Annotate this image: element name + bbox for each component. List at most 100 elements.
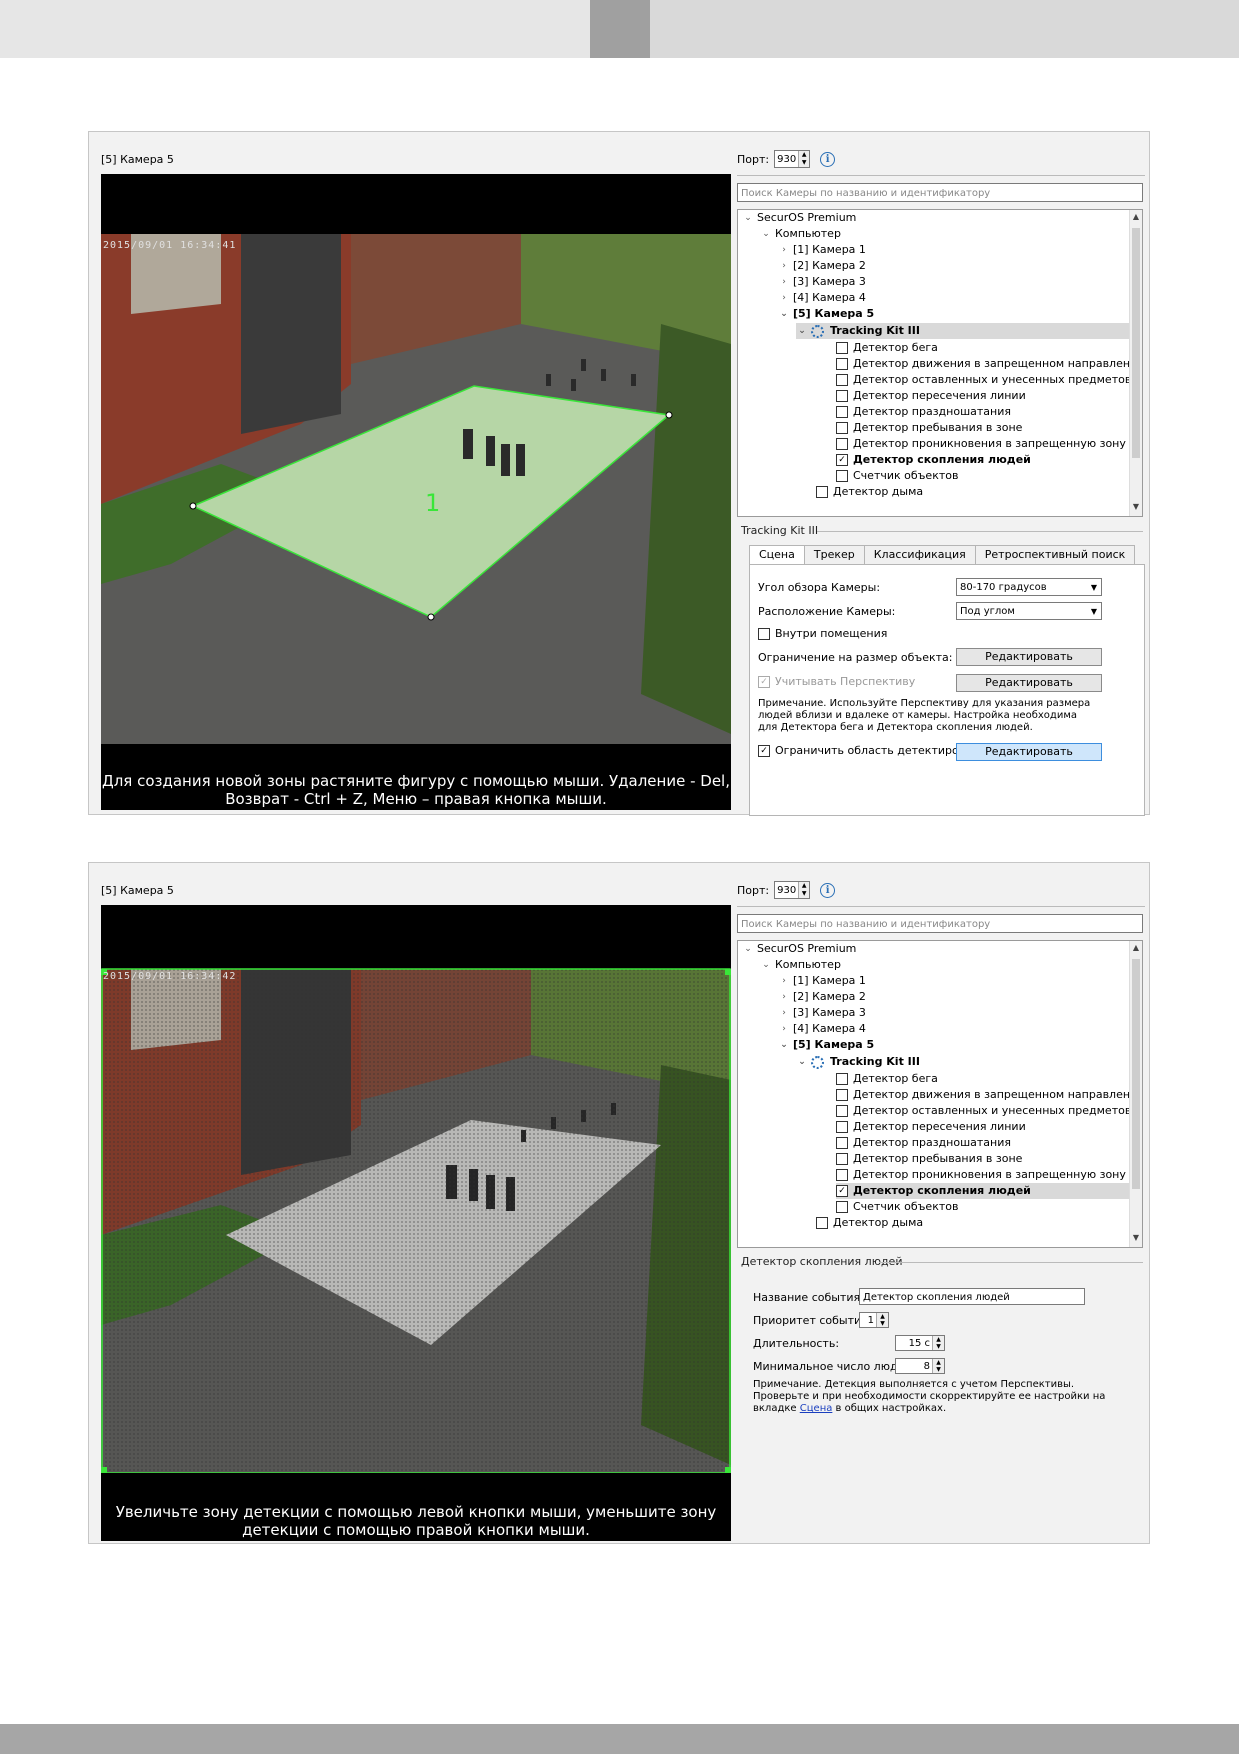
tree-item-detector[interactable]: ✓ Детектор скопления людей — [836, 1183, 1129, 1199]
checkbox[interactable] — [836, 470, 848, 482]
tab-retro-search[interactable]: Ретроспективный поиск — [974, 545, 1136, 565]
port-spinbox[interactable]: 930 ▲ ▼ — [774, 881, 811, 899]
spin-arrows-icon[interactable]: ▲ ▼ — [798, 882, 810, 898]
tree-item-detector[interactable]: Детектор оставленных и унесенных предмет… — [836, 372, 1131, 388]
chevron-down-icon[interactable]: ⌄ — [778, 306, 790, 322]
tree-item-detector[interactable]: Детектор проникновения в запрещенную зон… — [836, 1167, 1126, 1183]
chevron-right-icon[interactable]: › — [778, 258, 790, 274]
tree-item-camera-1[interactable]: › [1] Камера 1 — [778, 242, 866, 258]
chevron-down-icon[interactable]: ⌄ — [796, 323, 808, 339]
tree-item-camera-2[interactable]: › [2] Камера 2 — [778, 989, 866, 1005]
tree-item-tracking-kit[interactable]: ⌄ Tracking Kit III — [796, 1054, 920, 1070]
tree-item-camera-5[interactable]: ⌄ [5] Камера 5 — [778, 1037, 874, 1053]
camera-video-view[interactable]: 2015/09/01 16:34:42 Увеличьте зону детек… — [101, 905, 731, 1541]
checkbox[interactable] — [836, 1153, 848, 1165]
tree-item-camera-2[interactable]: › [2] Камера 2 — [778, 258, 866, 274]
checkbox-checked[interactable]: ✓ — [836, 1185, 848, 1197]
chevron-down-icon[interactable]: ⌄ — [760, 226, 772, 242]
edit-size-button[interactable]: Редактировать — [956, 648, 1102, 666]
chevron-right-icon[interactable]: › — [778, 989, 790, 1005]
tree-item-detector[interactable]: Счетчик объектов — [836, 1199, 958, 1215]
camera-search-input[interactable]: Поиск Камеры по названию и идентификатор… — [737, 914, 1143, 933]
tree-item-detector[interactable]: Детектор пребывания в зоне — [836, 420, 1022, 436]
scroll-up-icon[interactable]: ▲ — [1130, 943, 1142, 955]
checkbox-checked[interactable]: ✓ — [836, 454, 848, 466]
scrollbar-thumb[interactable] — [1132, 959, 1140, 1189]
scroll-down-icon[interactable]: ▼ — [1130, 1233, 1142, 1245]
port-spinbox[interactable]: 930 ▲ ▼ — [774, 150, 811, 168]
chevron-down-icon[interactable]: ⌄ — [742, 941, 754, 957]
checkbox[interactable] — [836, 438, 848, 450]
tree-item-detector[interactable]: Детектор пребывания в зоне — [836, 1151, 1022, 1167]
scroll-down-icon[interactable]: ▼ — [1130, 502, 1142, 514]
tree-item-detector[interactable]: Детектор пересечения линии — [836, 1119, 1026, 1135]
checkbox[interactable] — [836, 1089, 848, 1101]
scroll-up-icon[interactable]: ▲ — [1130, 212, 1142, 224]
tree-item-detector[interactable]: Детектор бега — [836, 1071, 938, 1087]
indoor-checkbox[interactable]: Внутри помещения — [758, 627, 887, 640]
checkbox[interactable] — [836, 1137, 848, 1149]
camera-tree[interactable]: ⌄ SecurOS Premium ⌄ Компьютер › [1] Камера … — [737, 940, 1143, 1248]
chevron-down-icon[interactable]: ⌄ — [760, 957, 772, 973]
checkbox[interactable] — [836, 1105, 848, 1117]
tree-item-detector[interactable]: Счетчик объектов — [836, 468, 958, 484]
tree-item-camera-3[interactable]: › [3] Камера 3 — [778, 1005, 866, 1021]
tree-item-detector[interactable]: Детектор праздношатания — [836, 404, 1011, 420]
camera-tree[interactable]: ⌄ SecurOS Premium ⌄ Компьютер › [1] Камера … — [737, 209, 1143, 517]
checkbox[interactable] — [836, 374, 848, 386]
checkbox[interactable] — [836, 1201, 848, 1213]
tree-item-computer[interactable]: ⌄ Компьютер — [760, 957, 841, 973]
event-name-field[interactable]: Детектор скопления людей — [859, 1288, 1085, 1305]
tree-item-detector[interactable]: ✓ Детектор скопления людей — [836, 452, 1031, 468]
info-icon[interactable]: i — [820, 882, 836, 898]
tree-item-root[interactable]: ⌄ SecurOS Premium — [742, 210, 856, 226]
tree-item-tracking-kit[interactable]: ⌄ Tracking Kit III — [796, 323, 1129, 339]
info-icon[interactable]: i — [820, 151, 836, 167]
checkbox[interactable] — [836, 342, 848, 354]
checkbox[interactable] — [836, 406, 848, 418]
tree-item-detector[interactable]: Детектор движения в запрещенном направле… — [836, 1087, 1142, 1103]
camera-search-input[interactable]: Поиск Камеры по названию и идентификатор… — [737, 183, 1143, 202]
checkbox[interactable] — [836, 390, 848, 402]
fov-select[interactable]: 80-170 градусов ▼ — [956, 578, 1102, 596]
tree-item-smoke-detector[interactable]: Детектор дыма — [816, 1215, 923, 1231]
checkbox[interactable] — [816, 1217, 828, 1229]
duration-spinbox[interactable]: 15 с ▲ ▼ — [895, 1335, 945, 1351]
camera-video-view[interactable]: 2015/09/01 16:34:41 1 Для создания новой… — [101, 174, 731, 810]
tree-item-camera-4[interactable]: › [4] Камера 4 — [778, 1021, 866, 1037]
tree-item-detector[interactable]: Детектор праздношатания — [836, 1135, 1011, 1151]
checkbox[interactable] — [836, 1073, 848, 1085]
edit-area-button[interactable]: Редактировать — [956, 743, 1102, 761]
tab-tracker[interactable]: Трекер — [803, 545, 865, 565]
chevron-right-icon[interactable]: › — [778, 1005, 790, 1021]
chevron-down-icon[interactable]: ⌄ — [742, 210, 754, 226]
priority-spinbox[interactable]: 1 ▲ ▼ — [859, 1312, 889, 1328]
tree-item-root[interactable]: ⌄ SecurOS Premium — [742, 941, 856, 957]
chevron-down-icon[interactable]: ⌄ — [796, 1054, 808, 1070]
perspective-checkbox[interactable]: ✓ Учитывать Перспективу — [758, 675, 915, 688]
checkbox[interactable] — [816, 486, 828, 498]
scene-link[interactable]: Сцена — [800, 1403, 833, 1414]
checkbox[interactable] — [836, 1169, 848, 1181]
tree-item-camera-4[interactable]: › [4] Камера 4 — [778, 290, 866, 306]
scrollbar-thumb[interactable] — [1132, 228, 1140, 458]
edit-perspective-button[interactable]: Редактировать — [956, 674, 1102, 692]
tree-item-detector[interactable]: Детектор оставленных и унесенных предмет… — [836, 1103, 1131, 1119]
chevron-right-icon[interactable]: › — [778, 290, 790, 306]
tree-item-smoke-detector[interactable]: Детектор дыма — [816, 484, 923, 500]
tree-item-detector[interactable]: Детектор проникновения в запрещенную зон… — [836, 436, 1126, 452]
tree-scrollbar[interactable]: ▲ ▼ — [1129, 210, 1142, 516]
checkbox[interactable] — [836, 1121, 848, 1133]
tree-item-camera-5[interactable]: ⌄ [5] Камера 5 — [778, 306, 874, 322]
tree-item-detector[interactable]: Детектор пересечения линии — [836, 388, 1026, 404]
checkbox[interactable] — [836, 422, 848, 434]
placement-select[interactable]: Под углом ▼ — [956, 602, 1102, 620]
tree-scrollbar[interactable]: ▲ ▼ — [1129, 941, 1142, 1247]
tree-item-computer[interactable]: ⌄ Компьютер — [760, 226, 841, 242]
chevron-right-icon[interactable]: › — [778, 274, 790, 290]
chevron-right-icon[interactable]: › — [778, 1021, 790, 1037]
checkbox[interactable] — [836, 358, 848, 370]
chevron-right-icon[interactable]: › — [778, 242, 790, 258]
tree-item-camera-3[interactable]: › [3] Камера 3 — [778, 274, 866, 290]
chevron-down-icon[interactable]: ⌄ — [778, 1037, 790, 1053]
